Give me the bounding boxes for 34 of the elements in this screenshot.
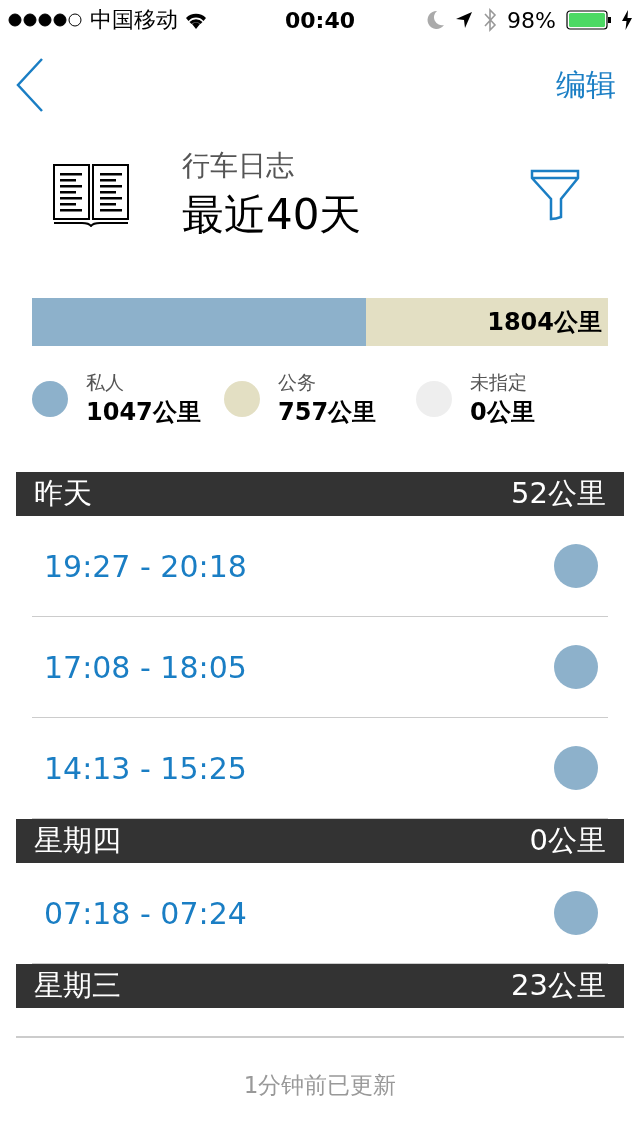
log-subtitle: 行车日志 xyxy=(182,148,295,184)
location-arrow-icon xyxy=(455,11,474,29)
log-title: 最近40天 xyxy=(182,189,363,241)
bluetooth-icon xyxy=(483,8,498,32)
battery-icon xyxy=(566,10,612,30)
book-icon xyxy=(52,163,130,227)
moon-icon xyxy=(427,10,446,30)
back-button[interactable] xyxy=(16,57,44,113)
section-title: 星期四 xyxy=(34,822,121,859)
legend-label: 未指定 xyxy=(470,370,528,395)
wifi-icon xyxy=(184,11,208,29)
signal-icon xyxy=(8,13,84,27)
legend-value: 1047公里 xyxy=(86,397,201,428)
trip-time-link[interactable]: 19:27 - 20:18 xyxy=(44,548,247,584)
edit-button[interactable]: 编辑 xyxy=(556,64,616,106)
filter-icon[interactable] xyxy=(530,169,580,221)
total-distance: 1804公里 xyxy=(487,307,602,338)
status-time: 00:40 xyxy=(285,7,355,33)
legend-value: 757公里 xyxy=(278,397,377,428)
section-distance: 23公里 xyxy=(511,967,606,1004)
trip-time-link[interactable]: 17:08 - 18:05 xyxy=(44,649,247,685)
section-distance: 0公里 xyxy=(529,822,606,859)
update-status: 1分钟前已更新 xyxy=(243,1072,397,1098)
trip-time-link[interactable]: 14:13 - 15:25 xyxy=(44,750,247,786)
legend-value: 0公里 xyxy=(470,397,535,428)
battery-percent: 98% xyxy=(507,7,556,33)
section-title: 昨天 xyxy=(34,475,92,512)
legend-label: 私人 xyxy=(86,370,125,395)
charging-icon xyxy=(622,10,632,30)
trip-time-link[interactable]: 07:18 - 07:24 xyxy=(44,895,247,931)
carrier-name: 中国移动 xyxy=(90,6,178,34)
legend-label: 公务 xyxy=(278,370,317,395)
section-distance: 52公里 xyxy=(511,475,606,512)
section-title: 星期三 xyxy=(34,967,121,1004)
